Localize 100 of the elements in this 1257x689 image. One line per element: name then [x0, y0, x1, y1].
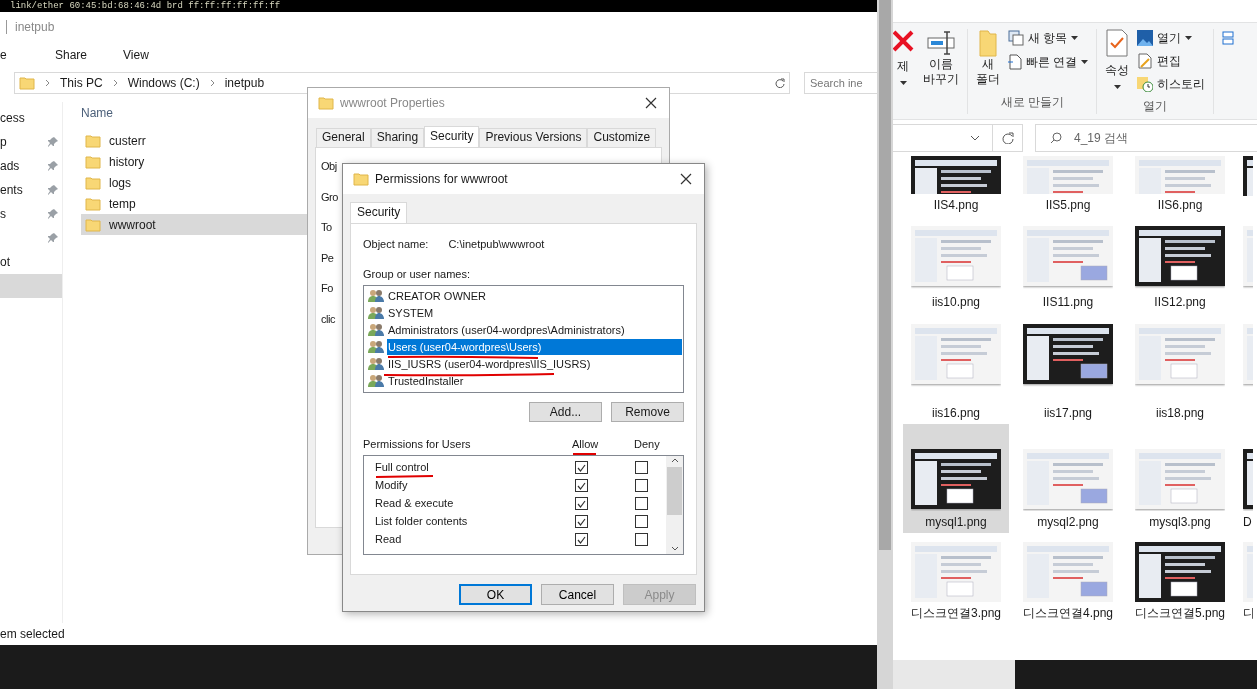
- new-folder-label[interactable]: 새: [982, 57, 994, 72]
- file-row[interactable]: wwwroot: [81, 214, 307, 235]
- dialog-button[interactable]: Cancel: [541, 584, 614, 605]
- nav-item[interactable]: s: [0, 202, 62, 226]
- thumbnail-item[interactable]: iis10.png: [903, 216, 1009, 313]
- open-button[interactable]: 열기: [1157, 29, 1182, 47]
- refresh-icon[interactable]: [1001, 132, 1014, 144]
- scroll-up-icon[interactable]: [670, 457, 679, 463]
- checkbox[interactable]: [635, 461, 648, 474]
- user-row[interactable]: SYSTEM: [368, 304, 682, 322]
- history-button[interactable]: 히스토리: [1157, 75, 1206, 93]
- thumbnail-item[interactable]: mysql3.png: [1127, 424, 1233, 533]
- document-icon[interactable]: [1008, 54, 1022, 70]
- pin-icon: [48, 137, 58, 147]
- scroll-down-icon[interactable]: [670, 546, 679, 552]
- thumbnail-item[interactable]: 디: [1239, 533, 1253, 624]
- label-text: Obj: [321, 159, 337, 174]
- add-button[interactable]: Add...: [529, 401, 602, 422]
- permission-list[interactable]: Full control Modify Read & execute List folder contents Read: [363, 454, 684, 555]
- dialog-tab[interactable]: Previous Versions: [479, 128, 588, 147]
- caret-icon: [899, 81, 907, 85]
- breadcrumb-item[interactable]: Windows (C:): [127, 74, 200, 92]
- nav-item[interactable]: ads: [0, 154, 62, 178]
- users-icon: [368, 323, 384, 337]
- thumbnail-item[interactable]: iis18.png: [1127, 313, 1233, 424]
- thumbnail-item[interactable]: mysql1.png: [903, 424, 1009, 533]
- thumbnail-item[interactable]: iis16.png: [903, 313, 1009, 424]
- nav-item[interactable]: p: [0, 130, 62, 154]
- edit-button[interactable]: 편집: [1157, 52, 1182, 70]
- remove-button[interactable]: Remove: [611, 401, 684, 422]
- history-icon[interactable]: [1137, 76, 1154, 92]
- new-item-icon[interactable]: [1008, 30, 1024, 46]
- ribbon-tab[interactable]: Share: [37, 44, 106, 66]
- dialog-button[interactable]: OK: [459, 584, 532, 605]
- checkbox[interactable]: [575, 461, 588, 474]
- new-folder-label[interactable]: 폴더: [976, 72, 1000, 87]
- scrollbar[interactable]: [666, 455, 683, 554]
- thumbnail-item[interactable]: IIS5.png: [1015, 156, 1121, 216]
- breadcrumb-item[interactable]: This PC: [60, 74, 103, 92]
- thumbnail-item[interactable]: mysql2.png: [1015, 424, 1121, 533]
- file-row[interactable]: logs: [81, 172, 307, 193]
- search-field[interactable]: 4_19 검색: [1035, 124, 1257, 152]
- checkbox[interactable]: [635, 479, 648, 492]
- field-label: Group or user names:: [363, 267, 471, 282]
- checkbox[interactable]: [635, 515, 648, 528]
- thumbnail-item[interactable]: IIS11.png: [1015, 216, 1121, 313]
- breadcrumb-item[interactable]: inetpub: [224, 74, 265, 92]
- checkbox[interactable]: [635, 497, 648, 510]
- thumbnail-item[interactable]: IIS6.png: [1127, 156, 1233, 216]
- thumbnail-item[interactable]: iis17.png: [1015, 313, 1121, 424]
- close-icon[interactable]: [645, 97, 657, 109]
- dialog-tab[interactable]: General: [316, 128, 371, 147]
- nav-item[interactable]: cess: [0, 106, 62, 130]
- ribbon-tab[interactable]: View: [105, 44, 167, 66]
- file-row[interactable]: temp: [81, 193, 307, 214]
- user-row[interactable]: Administrators (user04-wordpres\Administrators): [368, 321, 682, 339]
- thumbnail-item[interactable]: IIS4.png: [903, 156, 1009, 216]
- user-row[interactable]: CREATOR OWNER: [368, 287, 682, 305]
- select-icon[interactable]: [1222, 31, 1235, 45]
- rename-icon[interactable]: [927, 29, 955, 57]
- nav-item[interactable]: ot: [0, 250, 62, 274]
- checkbox[interactable]: [575, 515, 588, 528]
- users-icon: [368, 289, 384, 303]
- quick-link-button[interactable]: 빠른 연결: [1026, 53, 1078, 71]
- thumbnail-item[interactable]: IIS12.png: [1127, 216, 1233, 313]
- rename-label[interactable]: 이름: [929, 57, 953, 72]
- ribbon-tab[interactable]: e: [0, 44, 37, 66]
- dialog-tab[interactable]: Sharing: [370, 128, 425, 147]
- checkbox[interactable]: [635, 533, 648, 546]
- properties-label[interactable]: 속성: [1105, 61, 1130, 79]
- dialog-tab[interactable]: Customize: [587, 128, 657, 147]
- image-icon[interactable]: [1137, 30, 1154, 46]
- edit-icon[interactable]: [1137, 53, 1154, 69]
- permission-name: List folder contents: [374, 514, 469, 530]
- checkbox[interactable]: [575, 533, 588, 546]
- scrollbar[interactable]: [877, 0, 893, 689]
- rename-label[interactable]: 바꾸기: [923, 72, 959, 87]
- properties-icon[interactable]: [1106, 29, 1129, 57]
- permission-name: Modify: [374, 478, 409, 494]
- refresh-icon[interactable]: [775, 78, 785, 88]
- checkbox[interactable]: [575, 479, 588, 492]
- new-item-button[interactable]: 새 항목: [1028, 29, 1068, 47]
- dialog-tab[interactable]: Security: [424, 126, 480, 147]
- thumbnail-item[interactable]: 디스크연결3.png: [903, 533, 1009, 624]
- file-row[interactable]: custerr: [81, 130, 307, 151]
- delete-icon[interactable]: [893, 29, 914, 53]
- thumbnail-item[interactable]: D: [1239, 424, 1253, 533]
- thumbnail-item[interactable]: 디스크연결4.png: [1015, 533, 1121, 624]
- file-row[interactable]: history: [81, 151, 307, 172]
- nav-item[interactable]: ents: [0, 178, 62, 202]
- group-label: 새로 만들기: [1000, 94, 1064, 111]
- user-row[interactable]: TrustedInstaller: [368, 372, 682, 390]
- user-list[interactable]: CREATOR OWNER SYSTEM Administrators (user04-wordpres\Administrators) Users (user04-wordpres\Users) IIS_IUSRS (user04-wordpres\IIS_IUSRS) TrustedInstaller: [363, 284, 684, 393]
- thumbnail-item[interactable]: 디스크연결5.png: [1127, 533, 1233, 624]
- checkbox[interactable]: [575, 497, 588, 510]
- chevron-down-icon[interactable]: [970, 135, 980, 141]
- user-row[interactable]: IIS_IUSRS (user04-wordpres\IIS_IUSRS): [368, 355, 682, 373]
- delete-label[interactable]: 제: [897, 57, 909, 75]
- dialog-tab[interactable]: Security: [350, 202, 408, 223]
- close-icon[interactable]: [680, 173, 692, 185]
